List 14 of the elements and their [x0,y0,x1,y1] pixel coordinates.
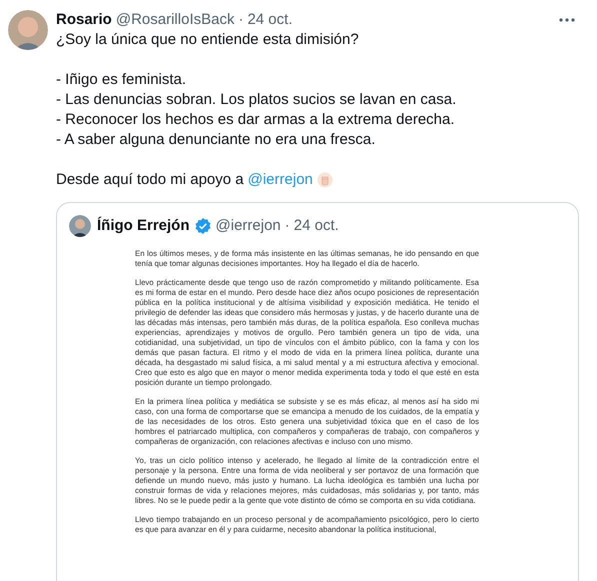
post-text: Desde aquí todo mi apoyo a [56,170,244,190]
user-name[interactable]: Rosario [56,10,112,30]
user-handle: @ierrejon [216,216,281,236]
post-text: - Reconocer los hechos es dar armas a la extrema derecha. [56,110,456,130]
post-date[interactable]: 24 oct. [247,10,292,30]
post-date: 24 oct. [294,216,339,236]
post-text: - Las denuncias sobran. Los platos sucios se lavan en casa. [56,90,458,110]
post-text: - A saber alguna denunciante no era una fresca. [56,130,376,150]
separator: · [238,10,244,30]
separator: · [284,216,290,236]
post-text: ¿Soy la única que no entiende esta dimisión? [56,30,360,50]
post-text: - Iñigo es feminista. [56,70,188,90]
user-name: Íñigo Errejón [97,216,190,236]
user-handle[interactable]: @RosarilloIsBack [116,10,234,30]
